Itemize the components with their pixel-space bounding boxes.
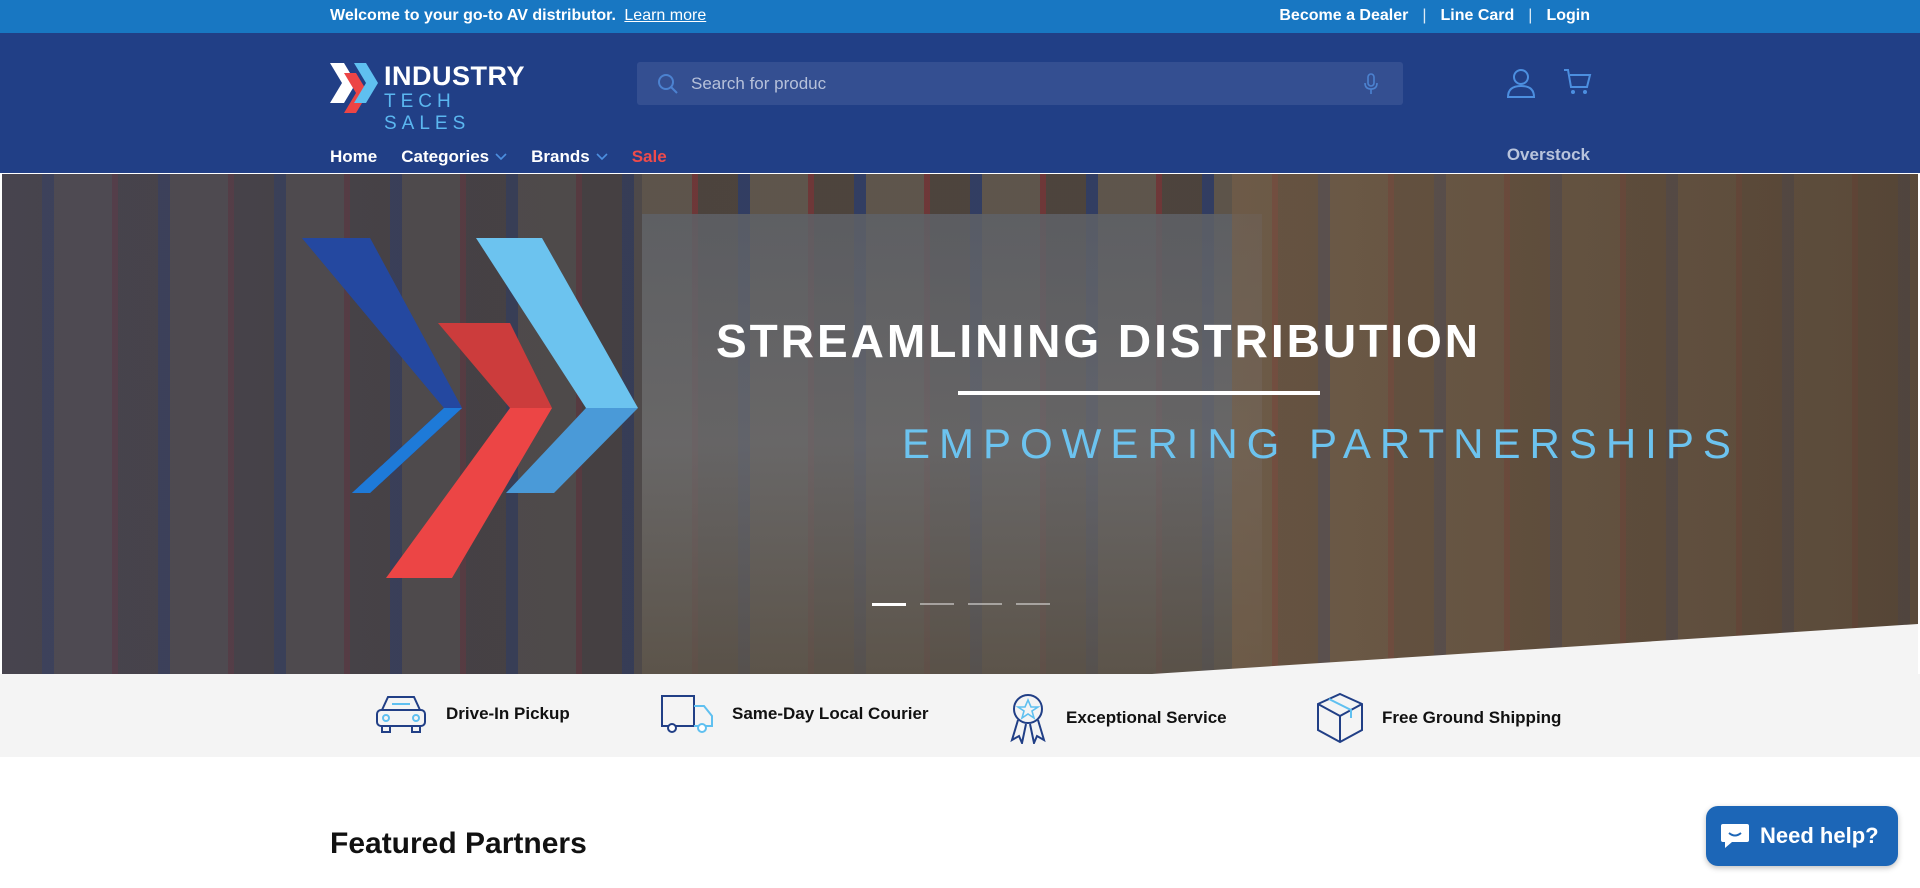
- announcement-text: Welcome to your go-to AV distributor.: [330, 7, 616, 24]
- ribbon-icon: [1010, 694, 1046, 744]
- account-icon[interactable]: [1506, 67, 1536, 99]
- features-strip: Drive-In Pickup Same-Day Local Courier E…: [0, 674, 1920, 757]
- search-bar[interactable]: [637, 62, 1403, 105]
- search-input[interactable]: [691, 70, 1331, 97]
- chat-label: Need help?: [1760, 823, 1879, 848]
- separator: |: [1528, 7, 1533, 24]
- feature-exceptional-service: Exceptional Service: [1008, 692, 1227, 744]
- chevron-down-icon: [495, 153, 507, 161]
- chevron-down-icon: [596, 153, 608, 161]
- announcement-bar: Welcome to your go-to AV distributor. Le…: [0, 0, 1920, 33]
- utility-links: Become a Dealer | Line Card | Login: [1279, 7, 1590, 25]
- feature-label: Free Ground Shipping: [1382, 708, 1562, 727]
- hero-slant-edge: [1152, 624, 1918, 674]
- nav-brands-label: Brands: [531, 147, 590, 166]
- search-icon[interactable]: [657, 73, 679, 95]
- feature-label: Exceptional Service: [1066, 708, 1227, 727]
- separator: |: [1422, 7, 1427, 24]
- nav-sale-label: Sale: [631, 147, 667, 166]
- become-dealer-link[interactable]: Become a Dealer: [1279, 7, 1408, 25]
- car-icon: [376, 696, 426, 733]
- line-card-link[interactable]: Line Card: [1441, 7, 1515, 25]
- nav-sale[interactable]: Sale: [632, 147, 667, 167]
- nav-home-label: Home: [330, 147, 378, 166]
- announcement-text-group: Welcome to your go-to AV distributor. Le…: [330, 7, 706, 25]
- logo-word-industry: INDUSTRY: [384, 61, 526, 91]
- nav-overstock[interactable]: Overstock: [1507, 145, 1590, 165]
- hero-banner[interactable]: STREAMLINING DISTRIBUTION EMPOWERING PAR…: [2, 174, 1918, 674]
- logo-chevron-icon: [330, 63, 378, 113]
- feature-label: Same-Day Local Courier: [732, 704, 929, 723]
- cart-icon[interactable]: [1562, 67, 1592, 97]
- feature-free-ground-shipping: Free Ground Shipping: [1316, 692, 1561, 744]
- chat-help-button[interactable]: Need help?: [1706, 806, 1898, 866]
- chat-bubble-icon: [1721, 824, 1749, 848]
- logo-word-tech-sales: TECH SALES: [384, 91, 471, 134]
- site-logo[interactable]: INDUSTRY TECH SALES: [330, 61, 540, 134]
- main-nav: Home Categories Brands Sale: [330, 143, 691, 177]
- nav-categories-label: Categories: [401, 147, 490, 166]
- feature-label: Drive-In Pickup: [446, 704, 570, 723]
- microphone-icon[interactable]: [1363, 73, 1379, 95]
- nav-brands[interactable]: Brands: [531, 147, 608, 167]
- feature-same-day-courier: Same-Day Local Courier: [660, 692, 929, 736]
- login-link[interactable]: Login: [1546, 7, 1590, 25]
- site-header: INDUSTRY TECH SALES Home Categories Bran…: [0, 33, 1920, 177]
- truck-icon: [661, 695, 713, 733]
- box-icon: [1317, 692, 1363, 744]
- nav-categories[interactable]: Categories: [401, 147, 507, 167]
- learn-more-link[interactable]: Learn more: [624, 7, 706, 24]
- nav-home[interactable]: Home: [330, 147, 378, 177]
- featured-partners-heading: Featured Partners: [330, 827, 587, 860]
- feature-drive-in-pickup: Drive-In Pickup: [374, 692, 570, 736]
